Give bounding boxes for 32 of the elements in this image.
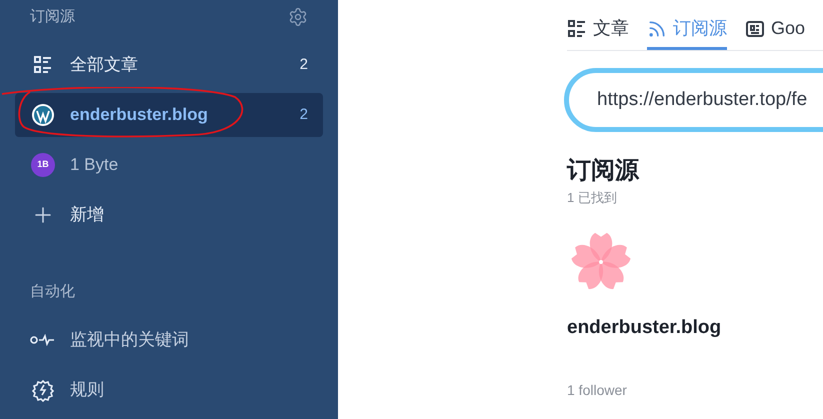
item-count: 2: [300, 54, 308, 75]
pulse-icon: [30, 334, 56, 346]
item-label: 全部文章: [70, 54, 138, 76]
settings-icon[interactable]: [288, 7, 308, 27]
item-label: 1 Byte: [70, 154, 118, 176]
section-title: 自动化: [29, 282, 76, 302]
follower-count: 1 follower: [567, 381, 628, 400]
rss-icon: [647, 18, 667, 38]
item-label: 规则: [70, 378, 104, 401]
results-title: 订阅源: [567, 156, 640, 186]
tab[interactable]: Goo: [745, 10, 806, 50]
sidebar-item[interactable]: enderbuster.blog 2: [15, 93, 323, 137]
feed-avatar: 1B: [31, 153, 55, 177]
section-title: 订阅源: [30, 6, 75, 27]
sidebar-item[interactable]: 1B 1 Byte: [15, 143, 323, 187]
tab[interactable]: 文章: [567, 10, 629, 50]
url-field[interactable]: https://enderbuster.top/fe: [564, 68, 823, 132]
feed-name: enderbuster.blog: [567, 316, 722, 340]
item-count: 2: [300, 104, 308, 125]
item-label: enderbuster.blog: [70, 104, 208, 126]
newspaper-icon: [745, 18, 765, 38]
sidebar-item[interactable]: 全部文章 2: [15, 43, 323, 87]
sidebar-item[interactable]: 新增: [15, 193, 323, 237]
list-icon: [567, 18, 587, 38]
list-icon: [33, 55, 53, 75]
item-label: 监视中的关键词: [70, 328, 189, 351]
results-count: 1 已找到: [567, 189, 618, 207]
gear-bolt-icon: [31, 378, 55, 402]
item-label: 新增: [70, 204, 104, 226]
sidebar-item[interactable]: 规则: [15, 368, 323, 412]
sidebar-item[interactable]: 监视中的关键词: [15, 318, 323, 362]
wordpress-icon: [31, 103, 55, 127]
